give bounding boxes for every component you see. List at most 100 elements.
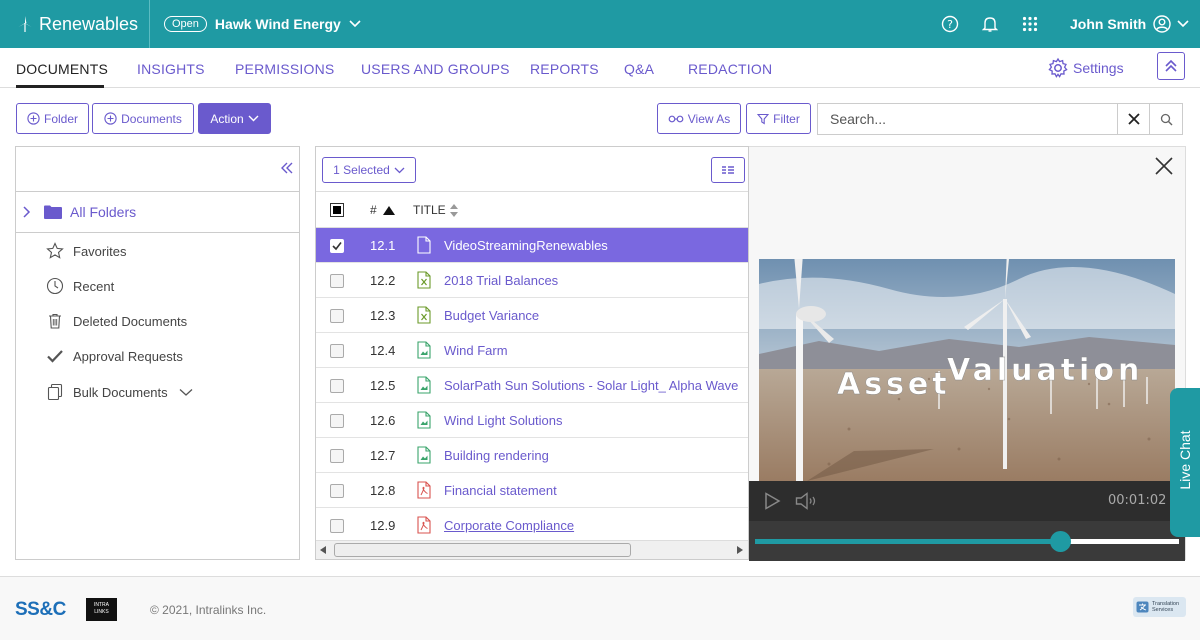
settings-button[interactable]: Settings	[1047, 57, 1124, 79]
row-checkbox[interactable]	[330, 379, 344, 393]
nav-deleted-documents[interactable]: Deleted Documents	[46, 312, 187, 330]
nav-recent[interactable]: Recent	[46, 277, 114, 295]
number-column-header[interactable]: #	[370, 203, 395, 217]
table-row[interactable]: 12.1 VideoStreamingRenewables	[316, 228, 748, 263]
video-player[interactable]: Asset Valuation	[759, 259, 1175, 481]
row-checkbox[interactable]	[330, 309, 344, 323]
table-row[interactable]: 12.6 Wind Light Solutions	[316, 403, 748, 438]
nav-favorites[interactable]: Favorites	[46, 242, 126, 260]
select-all-checkbox[interactable]	[330, 203, 344, 217]
tab-insights[interactable]: INSIGHTS	[137, 61, 205, 77]
row-checkbox[interactable]	[330, 274, 344, 288]
doc-number: 12.5	[370, 378, 396, 393]
row-checkbox[interactable]	[330, 484, 344, 498]
collapse-panel-button[interactable]	[280, 161, 294, 180]
table-row[interactable]: 12.4 Wind Farm	[316, 333, 748, 368]
doc-title[interactable]: Financial statement	[444, 483, 557, 498]
doc-title[interactable]: Building rendering	[444, 448, 549, 463]
ssc-logo: SS&C	[15, 599, 66, 621]
doc-number: 12.8	[370, 483, 396, 498]
clear-search-button[interactable]	[1117, 103, 1150, 135]
plus-circle-icon	[104, 112, 117, 125]
workspace-selector[interactable]: Open Hawk Wind Energy	[164, 0, 361, 48]
table-row[interactable]: 12.8 Financial statement	[316, 473, 748, 508]
row-checkbox[interactable]	[330, 344, 344, 358]
action-button[interactable]: Action	[198, 103, 271, 134]
doc-title[interactable]: Corporate Compliance	[444, 518, 574, 533]
close-preview-button[interactable]	[1155, 157, 1175, 177]
pdf-file-icon	[417, 481, 431, 499]
apps-grid-icon[interactable]	[1020, 14, 1040, 34]
live-chat-button[interactable]: Live Chat	[1170, 388, 1200, 537]
user-menu[interactable]: John Smith	[1070, 0, 1189, 48]
scroll-right-arrow-icon[interactable]	[737, 546, 743, 554]
tab-qa[interactable]: Q&A	[624, 61, 654, 77]
settings-label: Settings	[1073, 60, 1124, 76]
file-icon	[417, 236, 431, 254]
collapse-header-button[interactable]	[1157, 52, 1185, 80]
plus-circle-icon	[27, 112, 40, 125]
row-checkbox[interactable]	[330, 239, 344, 253]
row-checkbox[interactable]	[330, 449, 344, 463]
table-row[interactable]: 12.2 2018 Trial Balances	[316, 263, 748, 298]
doc-title[interactable]: SolarPath Sun Solutions - Solar Light_ A…	[444, 378, 738, 393]
help-icon[interactable]: ?	[940, 14, 960, 34]
tab-documents[interactable]: DOCUMENTS	[16, 61, 108, 77]
table-row[interactable]: 12.3 Budget Variance	[316, 298, 748, 333]
translate-icon	[1136, 601, 1149, 613]
doc-title[interactable]: 2018 Trial Balances	[444, 273, 558, 288]
video-seek-bar[interactable]	[749, 521, 1185, 561]
list-view-toggle[interactable]	[711, 157, 745, 183]
glasses-icon	[668, 115, 684, 122]
selection-dropdown[interactable]: 1 Selected	[322, 157, 416, 183]
nav-bulk-documents[interactable]: Bulk Documents	[46, 383, 193, 401]
pdf-file-icon	[417, 516, 431, 534]
view-as-button[interactable]: View As	[657, 103, 741, 134]
doc-title[interactable]: Wind Light Solutions	[444, 413, 563, 428]
excel-file-icon	[417, 271, 431, 289]
user-name: John Smith	[1070, 16, 1147, 32]
chevron-down-icon	[179, 388, 193, 396]
view-as-label: View As	[687, 111, 731, 126]
chevron-down-icon	[248, 115, 259, 122]
seek-handle[interactable]	[1050, 531, 1072, 552]
table-row[interactable]: 12.7 Building rendering	[316, 438, 748, 473]
tab-permissions[interactable]: PERMISSIONS	[235, 61, 334, 77]
title-column-header[interactable]: TITLE	[413, 203, 458, 217]
main-nav: DOCUMENTS INSIGHTS PERMISSIONS USERS AND…	[0, 48, 1200, 88]
doc-title[interactable]: VideoStreamingRenewables	[444, 238, 608, 253]
doc-title[interactable]: Wind Farm	[444, 343, 508, 358]
nav-approval-requests[interactable]: Approval Requests	[46, 347, 183, 365]
seek-progress	[755, 539, 1061, 544]
all-folders-label: All Folders	[70, 204, 137, 220]
add-documents-button[interactable]: Documents	[92, 103, 194, 134]
clock-icon	[46, 277, 64, 295]
horizontal-scrollbar[interactable]	[316, 540, 748, 559]
tab-redaction[interactable]: REDACTION	[688, 61, 772, 77]
action-label: Action	[210, 111, 244, 126]
svg-text:?: ?	[947, 18, 953, 31]
all-folders-row[interactable]: All Folders	[16, 191, 299, 233]
bulk-documents-label: Bulk Documents	[73, 384, 168, 400]
row-checkbox[interactable]	[330, 414, 344, 428]
table-row[interactable]: 12.9 Corporate Compliance	[316, 508, 748, 543]
excel-file-icon	[417, 306, 431, 324]
row-checkbox[interactable]	[330, 519, 344, 533]
filter-button[interactable]: Filter	[746, 103, 811, 134]
tab-reports[interactable]: REPORTS	[530, 61, 599, 77]
scroll-left-arrow-icon[interactable]	[320, 546, 326, 554]
search-icon	[1160, 113, 1172, 125]
search-button[interactable]	[1150, 103, 1183, 135]
add-folder-button[interactable]: Folder	[16, 103, 89, 134]
table-row[interactable]: 12.5 SolarPath Sun Solutions - Solar Lig…	[316, 368, 748, 403]
brand-logo[interactable]: Renewables	[16, 0, 138, 48]
filter-icon	[757, 113, 770, 124]
doc-title[interactable]: Budget Variance	[444, 308, 539, 323]
image-file-icon	[417, 341, 431, 359]
scrollbar-thumb[interactable]	[334, 543, 631, 557]
volume-icon[interactable]	[795, 492, 819, 510]
search-input[interactable]: Search...	[817, 103, 1117, 135]
tab-users-and-groups[interactable]: USERS AND GROUPS	[361, 61, 510, 77]
play-icon[interactable]	[763, 492, 781, 510]
bell-icon[interactable]	[980, 14, 1000, 34]
